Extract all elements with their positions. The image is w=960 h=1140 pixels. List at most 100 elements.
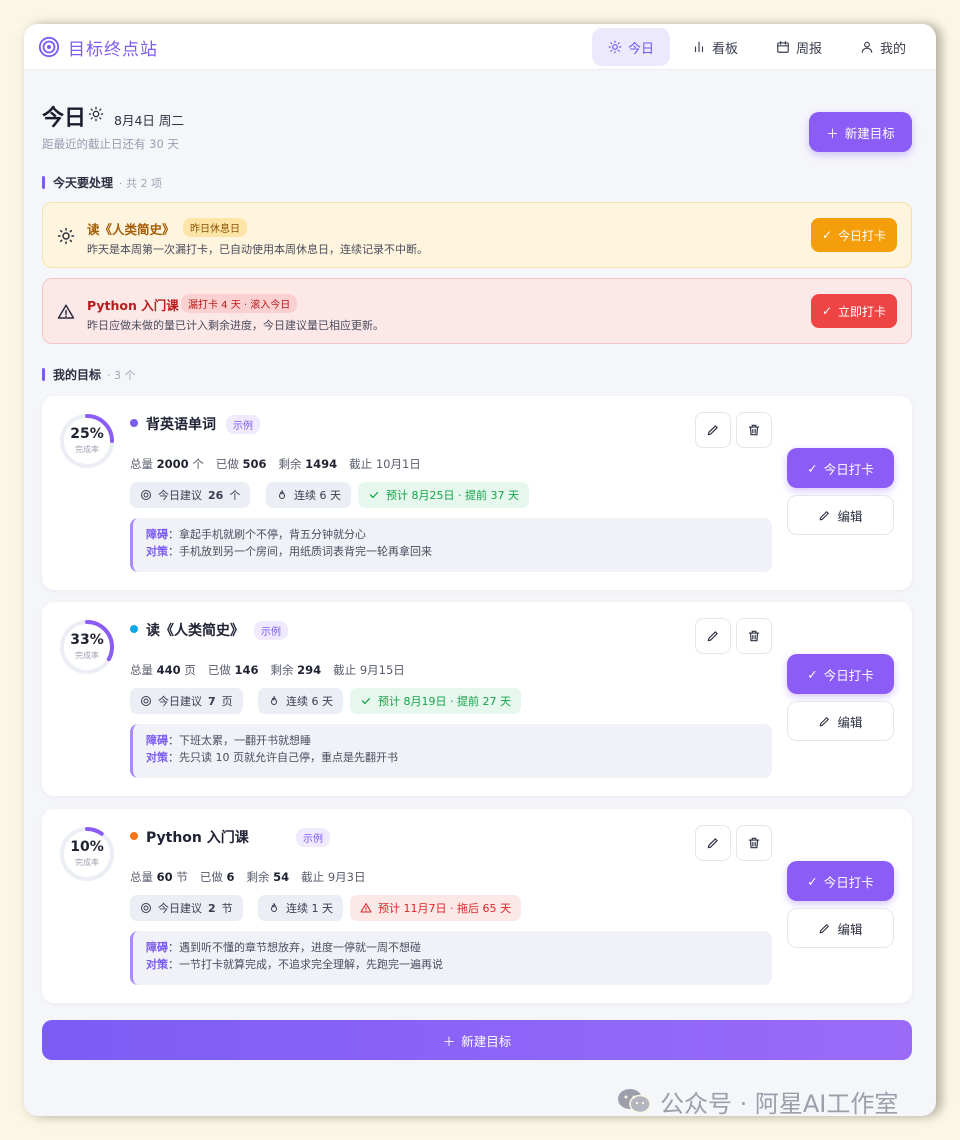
nav-weekly[interactable]: 周报 bbox=[760, 28, 838, 66]
trash-icon bbox=[748, 630, 760, 642]
app-title: 目标终点站 bbox=[68, 39, 158, 60]
brand[interactable]: 目标终点站 bbox=[38, 33, 158, 61]
nav-weekly-label: 周报 bbox=[795, 41, 822, 57]
today-date: 8月4日 周二 bbox=[114, 113, 184, 128]
pencil-icon bbox=[707, 631, 718, 642]
check-icon bbox=[369, 491, 379, 499]
goal-name: Python 入门课 bbox=[146, 830, 249, 846]
alert-description: 昨日应做未做的量已计入剩余进度，今日建议量已相应更新。 bbox=[87, 319, 384, 332]
sun-icon bbox=[57, 227, 75, 245]
alert-title: 读《人类简史》 bbox=[87, 222, 175, 237]
warning-triangle-icon bbox=[360, 903, 372, 913]
streak-chip: 连续 1 天 bbox=[258, 895, 343, 921]
edit-button[interactable]: 编辑 bbox=[787, 701, 894, 741]
nav-me[interactable]: 我的 bbox=[844, 28, 922, 66]
alert-title: Python 入门课 bbox=[87, 298, 179, 313]
watermark: 公众号 · 阿星AI工作室 bbox=[616, 1084, 898, 1118]
nav-me-label: 我的 bbox=[879, 41, 906, 57]
top-bar: 目标终点站 今日 看板 周报 我的 bbox=[24, 24, 936, 70]
user-icon bbox=[861, 41, 873, 53]
target-icon bbox=[141, 903, 151, 913]
sun-icon bbox=[608, 40, 622, 54]
target-icon bbox=[141, 696, 151, 706]
pencil-icon bbox=[707, 425, 718, 436]
strategy-line: 对策：先只读 10 页就允许自己停，重点是先翻开书 bbox=[146, 751, 398, 764]
target-logo-icon bbox=[38, 36, 60, 58]
goals-section-count: · 3 个 bbox=[107, 368, 136, 382]
pencil-icon bbox=[820, 923, 830, 933]
progress-percent: 25% bbox=[70, 426, 104, 442]
goal-card: 10% 完成率 Python 入门课 示例 总量 60 节已做 6 剩余 54 … bbox=[42, 809, 912, 1003]
trash-icon bbox=[748, 424, 760, 436]
delete-icon-button[interactable] bbox=[736, 618, 772, 654]
new-goal-bottom-button[interactable]: ＋ 新建目标 bbox=[42, 1020, 912, 1060]
plus-icon: ＋ bbox=[442, 1033, 456, 1049]
forecast-chip: 预计 11月7日 · 拖后 65 天 bbox=[350, 895, 521, 921]
checkin-button[interactable]: ✓ 今日打卡 bbox=[787, 448, 894, 488]
checkin-now-button[interactable]: ✓ 立即打卡 bbox=[811, 294, 897, 328]
check-icon: ✓ bbox=[821, 304, 833, 318]
alert-description: 昨天是本周第一次漏打卡，已自动使用本周休息日，连续记录不中断。 bbox=[87, 243, 428, 256]
checkin-label: 立即打卡 bbox=[838, 304, 887, 319]
edit-button[interactable]: 编辑 bbox=[787, 908, 894, 948]
goal-stat: 剩余 1494 bbox=[278, 457, 338, 471]
goal-stats: 总量 60 节已做 6 剩余 54 截止 9月3日 bbox=[130, 869, 365, 885]
goal-stat: 已做 506 bbox=[215, 457, 267, 471]
bar-chart-icon bbox=[694, 41, 704, 53]
checkin-today-button[interactable]: ✓ 今日打卡 bbox=[811, 218, 897, 252]
todo-section-title: 今天要处理 bbox=[53, 176, 114, 190]
sample-tag: 示例 bbox=[296, 828, 330, 847]
new-goal-button[interactable]: ＋ 新建目标 bbox=[809, 112, 912, 152]
edit-icon-button[interactable] bbox=[695, 412, 731, 448]
obstacle-note: 障碍：下班太累，一翻开书就想睡 对策：先只读 10 页就允许自己停，重点是先翻开… bbox=[130, 724, 772, 778]
goal-stat: 截止 10月1日 bbox=[349, 457, 421, 471]
delete-icon-button[interactable] bbox=[736, 825, 772, 861]
checkin-button[interactable]: ✓ 今日打卡 bbox=[787, 654, 894, 694]
calendar-icon bbox=[777, 41, 789, 53]
nav-today[interactable]: 今日 bbox=[591, 28, 670, 66]
check-icon: ✓ bbox=[807, 666, 818, 682]
strategy-line: 对策：一节打卡就算完成，不追求完全理解，先跑完一遍再说 bbox=[146, 958, 443, 971]
edit-button[interactable]: 编辑 bbox=[787, 495, 894, 535]
todo-section-count: · 共 2 项 bbox=[119, 176, 163, 190]
edit-icon-button[interactable] bbox=[695, 618, 731, 654]
goal-card: 25% 完成率 背英语单词 示例 总量 2000 个已做 506 剩余 1494… bbox=[42, 396, 912, 590]
goal-stat: 总量 60 节 bbox=[130, 870, 188, 884]
checkin-button[interactable]: ✓ 今日打卡 bbox=[787, 861, 894, 901]
checkin-label: 今日打卡 bbox=[823, 667, 874, 683]
flame-icon bbox=[271, 903, 277, 912]
goal-stat: 截止 9月15日 bbox=[333, 663, 405, 677]
goal-color-dot bbox=[130, 832, 138, 840]
forecast-chip: 预计 8月25日 · 提前 37 天 bbox=[358, 482, 529, 508]
obstacle-note: 障碍：拿起手机就刷个不停，背五分钟就分心 对策：手机放到另一个房间，用纸质词表背… bbox=[130, 518, 772, 572]
nav-board[interactable]: 看板 bbox=[676, 28, 754, 66]
section-accent-bar bbox=[42, 368, 45, 381]
goals-section-title: 我的目标 bbox=[53, 368, 102, 382]
goal-card: 33% 完成率 读《人类简史》 示例 总量 440 页已做 146 剩余 294… bbox=[42, 602, 912, 796]
nav-today-label: 今日 bbox=[627, 41, 654, 57]
checkin-label: 今日打卡 bbox=[823, 874, 874, 890]
check-icon: ✓ bbox=[807, 873, 818, 889]
goal-color-dot bbox=[130, 625, 138, 633]
obstacle-line: 障碍：下班太累，一翻开书就想睡 bbox=[146, 734, 311, 747]
strategy-line: 对策：手机放到另一个房间，用纸质词表背完一轮再拿回来 bbox=[146, 545, 432, 558]
progress-percent: 33% bbox=[70, 632, 104, 648]
suggestion-chip: 今日建议 2 节 bbox=[130, 895, 243, 921]
target-icon bbox=[141, 490, 151, 500]
alert-rest-day: 读《人类简史》 昨日休息日 昨天是本周第一次漏打卡，已自动使用本周休息日，连续记… bbox=[42, 202, 912, 268]
sample-tag: 示例 bbox=[226, 415, 260, 434]
sun-icon bbox=[88, 106, 104, 122]
progress-label: 完成率 bbox=[75, 651, 99, 660]
suggestion-chip: 今日建议 26 个 bbox=[130, 482, 251, 508]
goal-color-dot bbox=[130, 419, 138, 427]
flame-icon bbox=[279, 490, 285, 499]
edit-icon-button[interactable] bbox=[695, 825, 731, 861]
progress-percent: 10% bbox=[70, 839, 104, 855]
delete-icon-button[interactable] bbox=[736, 412, 772, 448]
alert-badge: 漏打卡 4 天 · 滚入今日 bbox=[181, 294, 298, 313]
warning-triangle-icon bbox=[57, 304, 75, 319]
goal-stat: 已做 146 bbox=[207, 663, 259, 677]
section-accent-bar bbox=[42, 176, 45, 189]
checkin-label: 今日打卡 bbox=[838, 228, 887, 243]
page-title: 今日 bbox=[42, 106, 87, 131]
